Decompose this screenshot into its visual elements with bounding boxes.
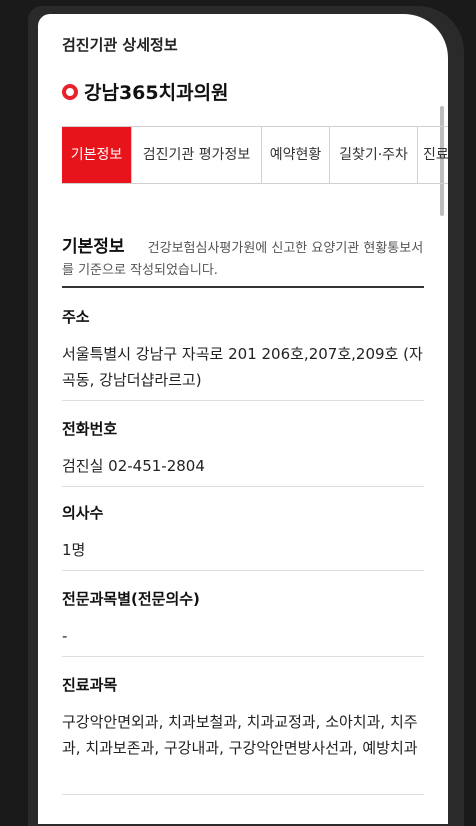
tab-evaluation[interactable]: 검진기관 평가정보 [132, 127, 262, 183]
field-label: 의사수 [62, 504, 104, 522]
field-phone: 전화번호 검진실 02-451-2804 [62, 418, 424, 487]
section-header: 기본정보 건강보험심사평가원에 신고한 요양기관 현황통보서를 기준으로 작성되… [62, 232, 424, 281]
tab-directions-parking[interactable]: 길찾기·주차 [330, 127, 418, 183]
tab-treatment[interactable]: 진료 [418, 127, 448, 183]
field-specialists: 전문과목별(전문의수) - [62, 588, 424, 657]
field-value: 1명 [62, 541, 86, 559]
org-name: 강남365치과의원 [84, 82, 229, 104]
location-pin-icon [62, 83, 78, 100]
field-value[interactable]: 검진실 02-451-2804 [62, 453, 424, 479]
field-doctor-count: 의사수 1명 [62, 502, 424, 571]
field-label: 전화번호 [62, 420, 118, 438]
field-label: 전문과목별(전문의수) [62, 590, 200, 608]
field-value: - [62, 627, 68, 645]
field-value: 구강악안면외과, 치과보철과, 치과교정과, 소아치과, 치주과, 치과보존과,… [62, 713, 418, 757]
field-label: 주소 [62, 308, 90, 326]
tab-reservation[interactable]: 예약현황 [262, 127, 330, 183]
tab-basic-info[interactable]: 기본정보 [62, 127, 132, 183]
detail-sheet: 검진기관 상세정보 강남365치과의원 기본정보 검진기관 평가정보 예약현황 … [38, 14, 448, 824]
field-label: 진료과목 [62, 676, 118, 694]
sheet-title: 검진기관 상세정보 [62, 36, 178, 54]
org-heading: 강남365치과의원 [62, 78, 229, 105]
section-title: 기본정보 [62, 237, 125, 257]
field-departments: 진료과목 구강악안면외과, 치과보철과, 치과교정과, 소아치과, 치주과, 치… [62, 674, 424, 795]
field-value: 서울특별시 강남구 자곡로 201 206호,207호,209호 (자곡동, 강… [62, 345, 423, 389]
section-divider [62, 286, 424, 288]
tab-bar: 기본정보 검진기관 평가정보 예약현황 길찾기·주차 진료 [62, 126, 448, 184]
field-address: 주소 서울특별시 강남구 자곡로 201 206호,207호,209호 (자곡동… [62, 306, 424, 401]
